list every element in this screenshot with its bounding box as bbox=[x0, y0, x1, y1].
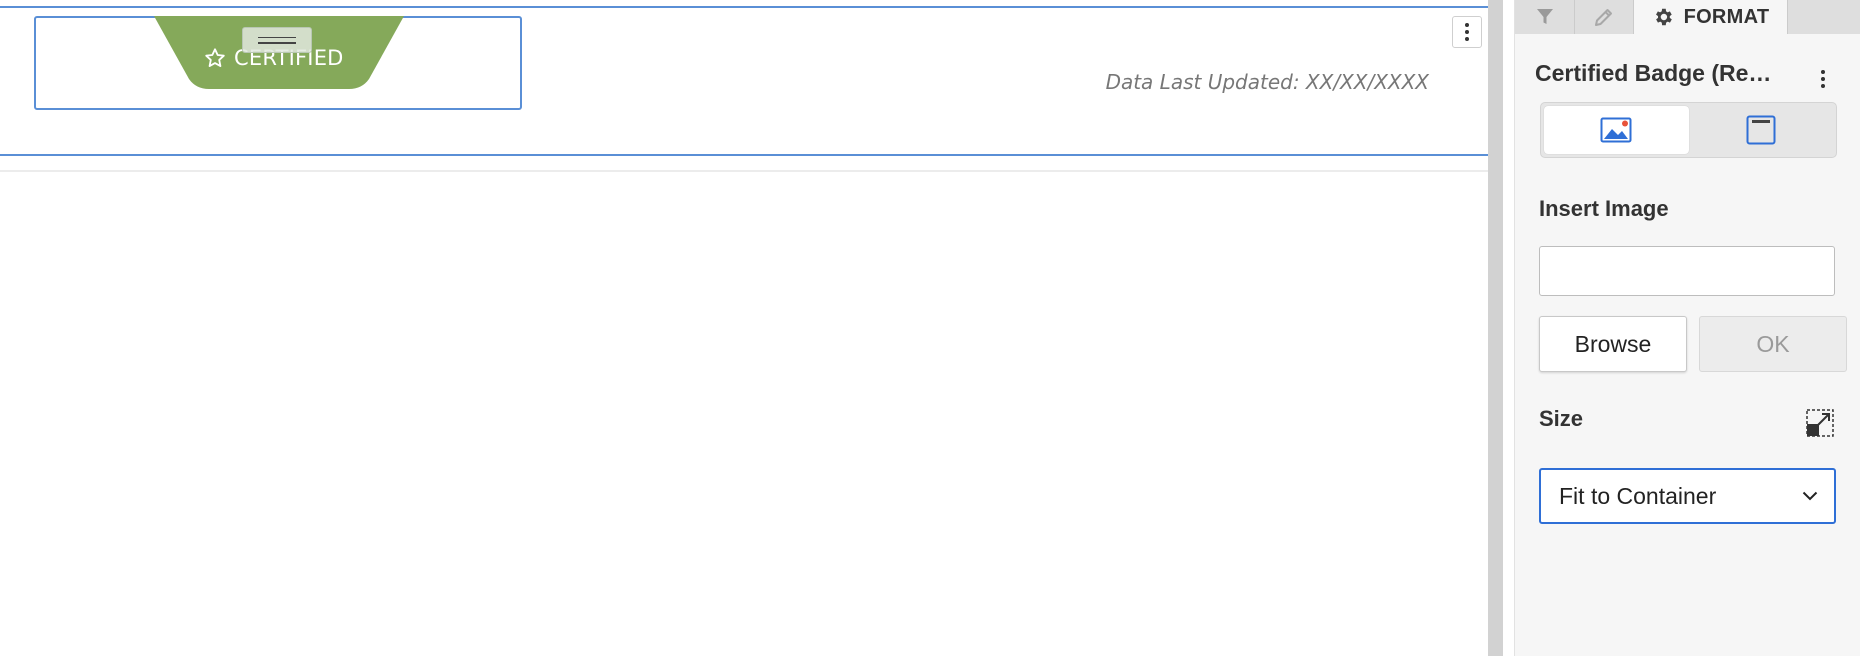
browse-button[interactable]: Browse bbox=[1539, 316, 1687, 372]
container-icon bbox=[1746, 115, 1776, 145]
panel-tabs: FORMAT bbox=[1515, 0, 1860, 34]
panel-splitter[interactable] bbox=[1488, 0, 1503, 656]
kebab-dot bbox=[1465, 30, 1469, 34]
image-url-input[interactable] bbox=[1539, 246, 1835, 296]
star-outline-icon bbox=[205, 48, 225, 67]
kebab-dot bbox=[1821, 77, 1825, 81]
tab-edit[interactable] bbox=[1575, 0, 1634, 34]
data-updated-text: Data Last Updated: XX/XX/XXXX bbox=[1105, 70, 1429, 94]
drag-handle-line bbox=[258, 36, 296, 38]
tab-bar-filler bbox=[1788, 0, 1860, 34]
splitter-gap bbox=[1503, 0, 1514, 656]
drag-handle-line bbox=[258, 42, 296, 44]
insert-image-label: Insert Image bbox=[1539, 196, 1669, 221]
ok-button[interactable]: OK bbox=[1699, 316, 1847, 372]
header-container[interactable]: CERTIFIED Data Last Updated: XX/XX/XXXX bbox=[0, 6, 1491, 156]
size-select-value: Fit to Container bbox=[1559, 482, 1717, 509]
tab-format[interactable]: FORMAT bbox=[1634, 0, 1788, 34]
format-panel: FORMAT Certified Badge (Re… Insert Image… bbox=[1514, 0, 1860, 656]
tab-filter[interactable] bbox=[1515, 0, 1575, 34]
image-icon bbox=[1600, 117, 1632, 143]
view-toggle bbox=[1540, 102, 1837, 158]
dashboard-canvas: CERTIFIED Data Last Updated: XX/XX/XXXX bbox=[0, 0, 1491, 656]
widget-more-options-button[interactable] bbox=[1452, 16, 1482, 48]
container-mode-button[interactable] bbox=[1689, 106, 1834, 154]
gear-icon bbox=[1655, 8, 1672, 26]
panel-title: Certified Badge (Re… bbox=[1535, 60, 1772, 86]
resize-icon[interactable] bbox=[1805, 408, 1835, 438]
image-mode-button[interactable] bbox=[1544, 106, 1689, 154]
kebab-dot bbox=[1465, 37, 1469, 41]
section-divider bbox=[0, 170, 1488, 172]
size-label: Size bbox=[1539, 406, 1584, 431]
certified-badge-widget[interactable]: CERTIFIED bbox=[34, 16, 522, 110]
chevron-down-icon bbox=[1802, 491, 1818, 501]
pencil-icon bbox=[1595, 9, 1612, 26]
kebab-dot bbox=[1821, 84, 1825, 88]
filter-icon bbox=[1536, 9, 1553, 24]
kebab-dot bbox=[1465, 23, 1469, 27]
drag-handle[interactable] bbox=[242, 27, 312, 53]
panel-more-options-button[interactable] bbox=[1815, 67, 1831, 91]
kebab-dot bbox=[1821, 70, 1825, 74]
tab-format-label: FORMAT bbox=[1683, 5, 1770, 28]
size-select[interactable]: Fit to Container bbox=[1539, 468, 1836, 524]
